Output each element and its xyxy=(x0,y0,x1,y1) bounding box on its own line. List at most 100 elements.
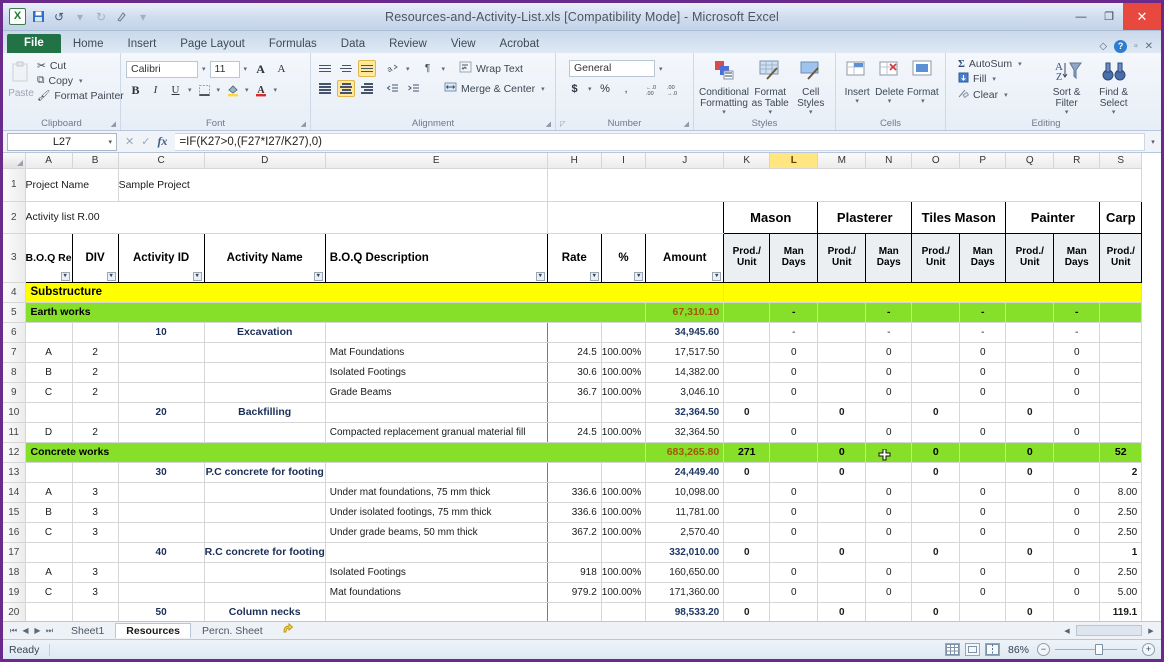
row-header-10[interactable]: 10 xyxy=(3,402,26,423)
trade-value-cell[interactable]: 0 xyxy=(769,502,819,523)
sort-filter-button[interactable]: AZ Sort & Filter ▾ xyxy=(1043,57,1091,117)
group-title-cell[interactable]: Earth works xyxy=(25,302,647,323)
cell-boq-description[interactable]: Compacted replacement granual material f… xyxy=(325,422,548,443)
format-painter-button[interactable]: 🖌 Format Painter xyxy=(34,88,127,103)
align-top-button[interactable] xyxy=(316,60,334,77)
trade-value-cell[interactable] xyxy=(817,302,867,323)
row-header-5[interactable]: 5 xyxy=(3,302,26,323)
chevron-down-icon[interactable]: ▾ xyxy=(200,65,208,73)
section-title-cell[interactable]: Substructure xyxy=(25,282,725,303)
row-header-16[interactable]: 16 xyxy=(3,522,26,543)
scroll-left-icon[interactable]: ◀ xyxy=(1061,627,1073,635)
cell-boq-ref[interactable] xyxy=(25,402,73,423)
trade-value-cell[interactable]: 0 xyxy=(817,602,867,621)
table-row[interactable]: 8 B 2 Isolated Footings 30.6 100.00% 14,382.00… xyxy=(3,362,1143,383)
trade-value-cell[interactable]: - xyxy=(1053,302,1101,323)
column-header-o[interactable]: O xyxy=(911,153,961,169)
chevron-down-icon[interactable]: ▾ xyxy=(108,138,112,146)
table-row[interactable]: 9 C 2 Grade Beams 36.7 100.00% 3,046.10 0 0 0 0 xyxy=(3,382,1143,403)
trade-value-cell[interactable]: 2.50 xyxy=(1099,562,1143,583)
trade-value-cell[interactable]: 0 xyxy=(959,582,1007,603)
cell-rate[interactable]: 979.2 xyxy=(547,582,602,603)
trade-value-cell[interactable] xyxy=(723,522,771,543)
trade-value-cell[interactable]: 0 xyxy=(769,382,819,403)
row-header-1[interactable]: 1 xyxy=(3,168,26,202)
trade-value-cell[interactable]: - xyxy=(865,302,913,323)
cell-activity-id[interactable] xyxy=(118,422,205,443)
cell-amount[interactable]: 160,650.00 xyxy=(645,562,725,583)
cell-activity-name[interactable] xyxy=(204,362,326,383)
cell-revision[interactable]: Activity list R.00 xyxy=(25,201,548,234)
row-header-20[interactable]: 20 xyxy=(3,602,26,621)
cell-activity-id[interactable]: 20 xyxy=(118,402,205,423)
cell-amount[interactable]: 332,010.00 xyxy=(645,542,725,563)
page-layout-view-icon[interactable] xyxy=(964,643,980,656)
cell-boq-ref[interactable]: D xyxy=(25,422,73,443)
cell-activity-id[interactable] xyxy=(118,562,205,583)
cell-activity-name[interactable] xyxy=(204,382,326,403)
row-header-6[interactable]: 6 xyxy=(3,322,26,343)
column-header-n[interactable]: N xyxy=(865,153,913,169)
horizontal-scroll-thumb[interactable] xyxy=(1076,625,1142,636)
trade-value-cell[interactable]: 0 xyxy=(723,462,771,483)
autosum-button[interactable]: Σ AutoSum ▾ xyxy=(955,57,1027,71)
cell-percent[interactable]: 100.00% xyxy=(601,502,647,523)
borders-icon[interactable] xyxy=(195,81,214,99)
trade-value-cell[interactable] xyxy=(769,462,819,483)
row-header-15[interactable]: 15 xyxy=(3,502,26,523)
cell-amount[interactable]: 17,517.50 xyxy=(645,342,725,363)
cell-boq-ref[interactable]: A xyxy=(25,562,73,583)
trade-value-cell[interactable]: 0 xyxy=(911,462,961,483)
trade-value-cell[interactable] xyxy=(1099,362,1143,383)
trade-value-cell[interactable]: 0 xyxy=(769,582,819,603)
trade-value-cell[interactable] xyxy=(817,482,867,503)
trade-value-cell[interactable]: 0 xyxy=(959,362,1007,383)
row-header-9[interactable]: 9 xyxy=(3,382,26,403)
chevron-down-icon[interactable]: ▾ xyxy=(1110,109,1118,117)
chevron-down-icon[interactable]: ▾ xyxy=(215,86,223,94)
trade-value-cell[interactable] xyxy=(1099,382,1143,403)
filter-dropdown-icon[interactable]: ▾ xyxy=(712,271,722,281)
trade-value-cell[interactable] xyxy=(911,562,961,583)
cell-boq-ref[interactable]: B xyxy=(25,502,73,523)
cell-percent[interactable] xyxy=(601,542,647,563)
currency-button[interactable]: $ xyxy=(565,80,584,98)
format-as-table-button[interactable]: Format as Table ▾ xyxy=(749,57,791,117)
trade-value-cell[interactable]: 8.00 xyxy=(1099,482,1143,503)
filter-dropdown-icon[interactable]: ▾ xyxy=(535,271,545,281)
cell-amount[interactable]: 34,945.60 xyxy=(645,322,725,343)
trade-value-cell[interactable] xyxy=(1099,342,1143,363)
cell-blank[interactable] xyxy=(723,168,1143,202)
indent-decrease-icon[interactable] xyxy=(383,80,401,97)
caret-icon[interactable]: ▾ xyxy=(71,8,89,26)
trade-value-cell[interactable] xyxy=(865,462,913,483)
merge-center-button[interactable]: Merge & Center ▾ xyxy=(441,80,550,97)
print-preview-icon[interactable] xyxy=(113,8,131,26)
trade-value-cell[interactable] xyxy=(1005,322,1055,343)
column-header-s[interactable]: S xyxy=(1099,153,1143,169)
trade-value-cell[interactable] xyxy=(817,362,867,383)
cell-blank[interactable] xyxy=(547,168,724,202)
trade-value-cell[interactable]: - xyxy=(959,322,1007,343)
cell-boq-description[interactable]: Grade Beams xyxy=(325,382,548,403)
cell-activity-name[interactable] xyxy=(204,482,326,503)
trade-value-cell[interactable]: 0 xyxy=(865,582,913,603)
row-header-8[interactable]: 8 xyxy=(3,362,26,383)
cell-boq-description[interactable] xyxy=(325,322,548,343)
clipboard-dialog-launcher[interactable]: ◢ xyxy=(111,120,116,128)
trade-value-cell[interactable]: 0 xyxy=(769,362,819,383)
trade-value-cell[interactable]: 0 xyxy=(959,562,1007,583)
scroll-right-icon[interactable]: ▶ xyxy=(1145,627,1157,635)
chevron-down-icon[interactable]: ▾ xyxy=(720,109,728,117)
table-row[interactable]: 13 30 P.C concrete for footing 24,449.40 0 0 0… xyxy=(3,462,1143,483)
cell-activity-name[interactable]: P.C concrete for footing xyxy=(204,462,326,483)
trade-value-cell[interactable] xyxy=(1005,562,1055,583)
filter-dropdown-icon[interactable]: ▾ xyxy=(192,271,202,281)
cell-div[interactable]: 2 xyxy=(72,422,119,443)
expand-formula-bar-icon[interactable]: ▾ xyxy=(1145,138,1161,146)
trade-value-cell[interactable] xyxy=(723,302,771,323)
trade-value-cell[interactable]: 0 xyxy=(865,362,913,383)
cell-boq-description[interactable]: Mat foundations xyxy=(325,582,548,603)
trade-value-cell[interactable]: 0 xyxy=(911,542,961,563)
last-sheet-button[interactable]: ⏭ xyxy=(44,626,55,636)
